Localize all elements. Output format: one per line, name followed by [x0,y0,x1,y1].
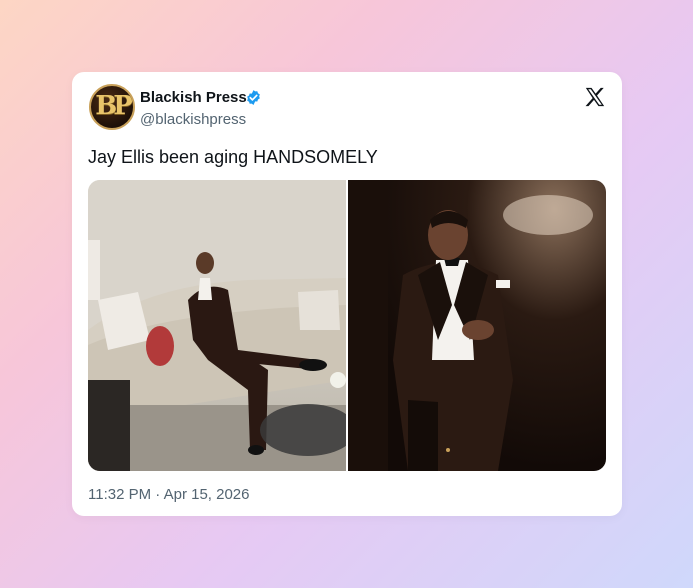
media-grid [88,180,606,471]
author-name[interactable]: Blackish Press [140,89,247,106]
tweet-timestamp[interactable]: 11:32 PM · Apr 15, 2026 [88,486,250,503]
x-logo-icon[interactable] [584,86,606,108]
tweet-photo-1[interactable] [88,180,346,471]
tweet-photo-2[interactable] [348,180,606,471]
tweet-card[interactable]: BP Blackish Press @blackishpress Jay Ell… [72,72,622,516]
avatar-monogram: BP [95,91,133,121]
author-avatar[interactable]: BP [89,84,135,130]
verified-badge-icon [247,90,260,105]
author-handle[interactable]: @blackishpress [140,111,246,128]
photo-sofa-scene [88,180,346,471]
photo-portrait-scene [348,180,593,471]
tweet-text: Jay Ellis been aging HANDSOMELY [88,147,378,167]
